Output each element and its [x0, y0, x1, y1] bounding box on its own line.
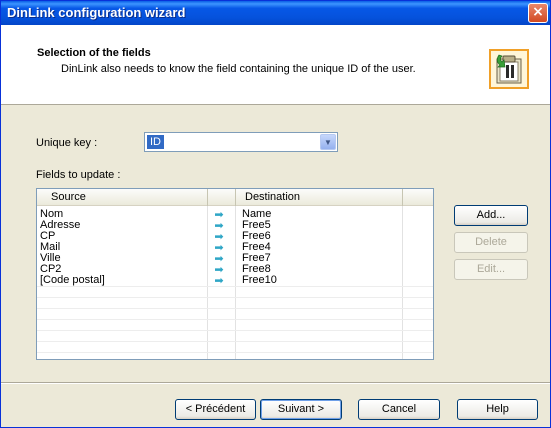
- back-button[interactable]: < Précédent: [175, 399, 256, 420]
- unique-key-label: Unique key :: [36, 137, 98, 149]
- page-title: Selection of the fields: [37, 47, 151, 59]
- fields-to-update-label: Fields to update :: [36, 169, 121, 181]
- table-row[interactable]: [Code postal] ➡ Free10: [37, 274, 433, 287]
- table-row[interactable]: Nom ➡ Name: [37, 209, 433, 221]
- add-button[interactable]: Add...: [454, 205, 528, 226]
- close-icon: ×: [532, 4, 544, 20]
- chevron-down-icon[interactable]: ▼: [320, 134, 336, 150]
- grid-header: Source Destination: [37, 189, 433, 206]
- close-button[interactable]: ×: [528, 3, 548, 23]
- window-title: DinLink configuration wizard: [7, 5, 186, 20]
- edit-button[interactable]: Edit...: [454, 259, 528, 280]
- unique-key-value: ID: [147, 135, 164, 149]
- source-cell: [Code postal]: [40, 274, 105, 286]
- clipboard-icon: [489, 49, 529, 89]
- cancel-button[interactable]: Cancel: [358, 399, 440, 420]
- table-row[interactable]: Adresse ➡ Free5: [37, 220, 433, 232]
- table-row[interactable]: Mail ➡ Free4: [37, 242, 433, 254]
- column-header-source[interactable]: Source: [51, 191, 86, 203]
- destination-cell: Free10: [242, 274, 277, 286]
- column-header-destination[interactable]: Destination: [245, 191, 300, 203]
- help-button[interactable]: Help: [457, 399, 538, 420]
- table-row[interactable]: Ville ➡ Free7: [37, 253, 433, 265]
- wizard-header: Selection of the fields DinLink also nee…: [1, 25, 550, 105]
- table-row[interactable]: CP ➡ Free6: [37, 231, 433, 243]
- title-bar[interactable]: DinLink configuration wizard: [1, 1, 550, 25]
- footer-separator: [1, 382, 550, 384]
- arrow-right-icon: ➡: [214, 274, 224, 287]
- delete-button[interactable]: Delete: [454, 232, 528, 253]
- page-subtitle: DinLink also needs to know the field con…: [61, 63, 416, 75]
- fields-grid[interactable]: Source Destination Nom ➡ Name Adresse ➡ Free5…: [36, 188, 434, 360]
- wizard-window: DinLink configuration wizard × Selection…: [0, 0, 551, 428]
- unique-key-select[interactable]: ID ▼: [144, 132, 338, 152]
- next-button[interactable]: Suivant >: [260, 399, 342, 420]
